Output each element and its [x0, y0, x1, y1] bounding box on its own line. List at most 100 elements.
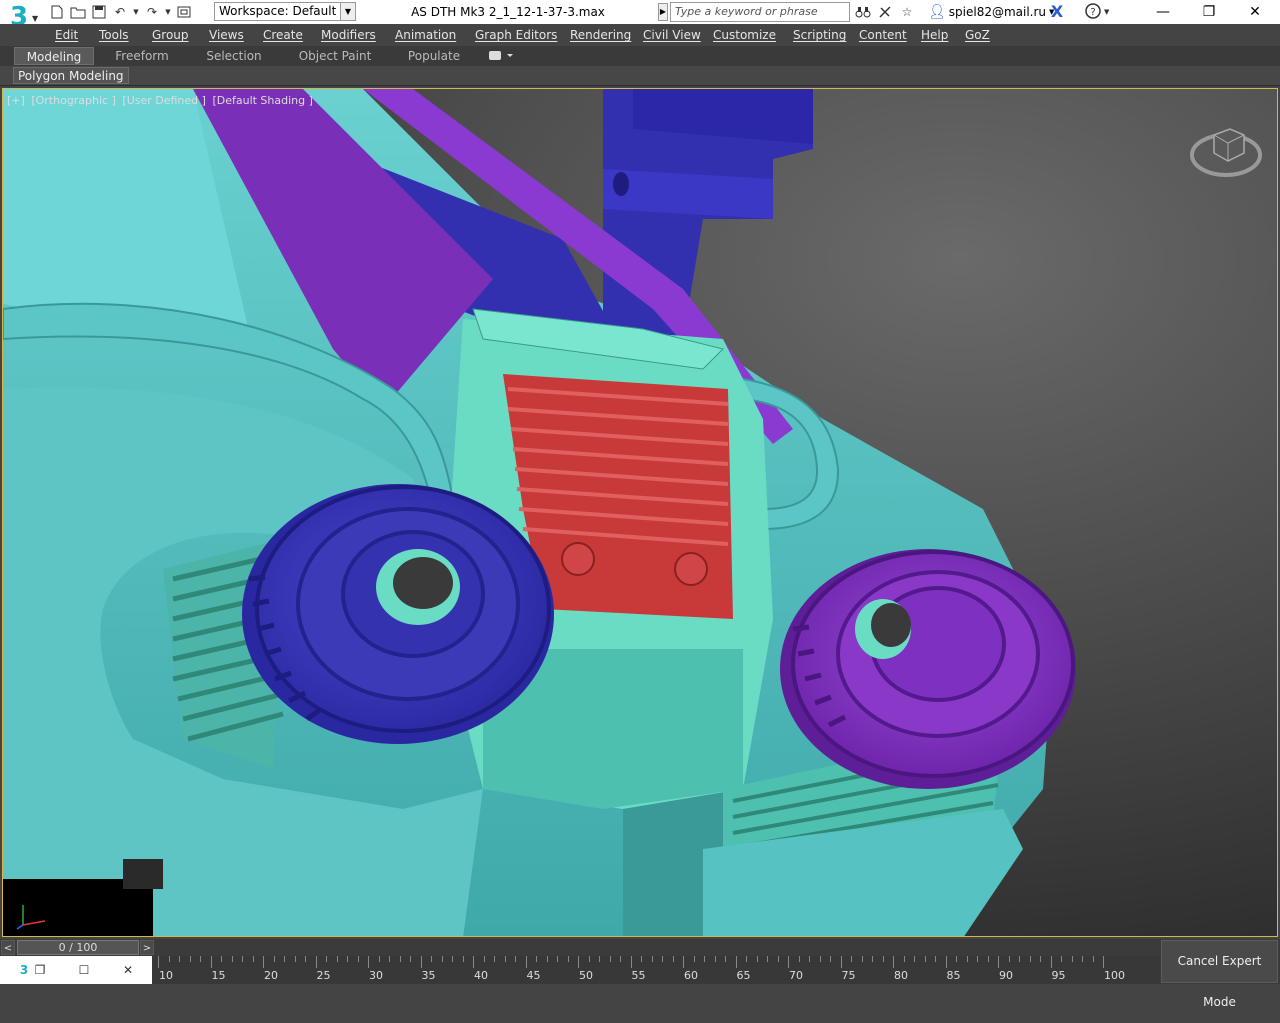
minimize-button[interactable]: — — [1140, 0, 1186, 24]
time-slider-thumb[interactable]: 0 / 100 — [17, 940, 139, 955]
track-tick-label: 75 — [841, 969, 856, 982]
cancel-expert-mode-button[interactable]: Cancel Expert Mode — [1161, 940, 1278, 1009]
app-icon[interactable]: 3 — [16, 962, 32, 978]
track-tick — [305, 956, 306, 962]
menu-graph-editors[interactable]: Graph Editors — [475, 24, 557, 46]
track-tick — [315, 956, 317, 968]
viewport-shading[interactable]: [Default Shading ] — [212, 94, 312, 107]
menu-help[interactable]: Help — [921, 24, 948, 46]
track-tick — [578, 956, 579, 968]
menu-rendering[interactable]: Rendering — [570, 24, 631, 46]
track-tick — [504, 956, 506, 962]
restore-button[interactable]: ❐ — [1186, 0, 1232, 24]
viewport-point-of-view[interactable]: [Orthographic ] — [31, 94, 116, 107]
track-tick — [294, 956, 296, 962]
redo-icon[interactable]: ↷ — [143, 3, 161, 21]
maximize-icon[interactable]: ☐ — [76, 962, 92, 978]
track-tick — [588, 956, 590, 962]
menu-modifiers[interactable]: Modifiers — [321, 24, 376, 46]
svg-text:?: ? — [1090, 7, 1095, 18]
track-tick-label: 90 — [999, 969, 1013, 982]
track-tick — [336, 956, 338, 962]
save-icon[interactable] — [90, 3, 108, 21]
close-button[interactable]: ✕ — [1232, 0, 1278, 24]
menu-views[interactable]: Views — [209, 24, 244, 46]
star-icon[interactable]: ☆ — [898, 3, 916, 21]
menu-content[interactable]: Content — [859, 24, 907, 46]
search-input[interactable]: Type a keyword or phrase — [670, 2, 850, 22]
track-tick — [977, 956, 978, 962]
status-left-panel: 3 ❐ ☐ ✕ — [0, 956, 152, 984]
track-tick — [672, 956, 674, 962]
menu-customize[interactable]: Customize — [713, 24, 776, 46]
track-tick — [1008, 956, 1010, 962]
exchange-apps-icon[interactable]: X — [1048, 3, 1066, 21]
track-tick — [714, 956, 716, 962]
track-tick-label: 20 — [264, 969, 278, 982]
track-tick — [368, 956, 369, 968]
infocenter-toolbar: ☆ — [854, 3, 916, 21]
track-tick — [525, 956, 527, 968]
track-tick — [200, 956, 201, 962]
track-tick — [1092, 956, 1094, 962]
tab-selection[interactable]: Selection — [192, 47, 276, 65]
track-tick-label: 25 — [316, 969, 331, 982]
track-tick — [987, 956, 989, 962]
tab-freeform[interactable]: Freeform — [102, 47, 182, 65]
track-tick — [399, 956, 401, 962]
menu-group[interactable]: Group — [152, 24, 189, 46]
open-file-icon[interactable] — [69, 3, 87, 21]
track-tick — [746, 956, 747, 962]
track-tick — [546, 956, 548, 962]
user-account[interactable]: 👤︎ spiel82@mail.ru ▼ — [928, 2, 1054, 22]
time-next-button[interactable]: > — [140, 940, 154, 955]
menu-animation[interactable]: Animation — [395, 24, 456, 46]
track-tick — [378, 956, 380, 962]
track-tick — [263, 956, 264, 968]
track-tick — [273, 956, 275, 962]
subscription-icon[interactable] — [876, 3, 894, 21]
chevron-down-icon[interactable]: ▼ — [132, 3, 140, 21]
project-folder-icon[interactable] — [175, 3, 193, 21]
time-prev-button[interactable]: < — [1, 940, 15, 955]
tab-populate[interactable]: Populate — [396, 47, 472, 65]
chevron-down-icon[interactable]: ▼ — [164, 3, 172, 21]
viewport-menu-plus[interactable]: [+] — [7, 94, 25, 107]
tab-object-paint[interactable]: Object Paint — [290, 47, 380, 65]
tab-modeling[interactable]: Modeling — [14, 47, 94, 65]
track-tick — [651, 956, 653, 962]
viewport-label[interactable]: [+] [Orthographic ] [User Defined ] [Def… — [7, 94, 316, 107]
track-tick — [252, 956, 254, 962]
menu-edit[interactable]: Edit — [55, 24, 78, 46]
polygon-modeling-panel-button[interactable]: Polygon Modeling — [13, 67, 129, 84]
user-email: spiel82@mail.ru — [948, 5, 1047, 19]
track-tick-label: 35 — [421, 969, 436, 982]
menu-goz[interactable]: GoZ — [965, 24, 990, 46]
viewport-user-defined[interactable]: [User Defined ] — [122, 94, 206, 107]
help-icon[interactable]: ? ▼ — [1084, 2, 1110, 22]
track-tick — [935, 956, 936, 962]
document-title: AS DTH Mk3 2_1_12-1-37-3.max — [411, 5, 605, 19]
viewport[interactable]: [+] [Orthographic ] [User Defined ] [Def… — [2, 88, 1278, 937]
viewcube-icon[interactable] — [1186, 117, 1266, 187]
track-tick — [630, 956, 632, 968]
track-tick — [777, 956, 779, 962]
workspace-dropdown[interactable]: Workspace: Default ▼ — [214, 2, 356, 21]
track-tick-label: 15 — [211, 969, 226, 982]
restore-icon[interactable]: ❐ — [32, 962, 48, 978]
track-tick — [998, 956, 999, 968]
menu-civil-view[interactable]: Civil View — [643, 24, 701, 46]
track-bar[interactable]: 10 15 20 25 30 35 40 45 50 55 60 65 70 75 80 85 90 95 100 — [152, 956, 1160, 984]
menu-scripting[interactable]: Scripting — [793, 24, 846, 46]
menu-create[interactable]: Create — [263, 24, 303, 46]
close-icon[interactable]: ✕ — [120, 962, 136, 978]
menu-tools[interactable]: Tools — [99, 24, 129, 46]
ribbon-options-button[interactable] — [488, 49, 516, 63]
chevron-right-icon[interactable]: ▶ — [658, 3, 668, 21]
track-tick — [851, 956, 852, 962]
binoculars-icon[interactable] — [854, 3, 872, 21]
undo-icon[interactable]: ↶ — [111, 3, 129, 21]
time-slider[interactable]: < 0 / 100 > — [0, 939, 1160, 956]
new-file-icon[interactable] — [48, 3, 66, 21]
track-tick — [242, 956, 243, 962]
